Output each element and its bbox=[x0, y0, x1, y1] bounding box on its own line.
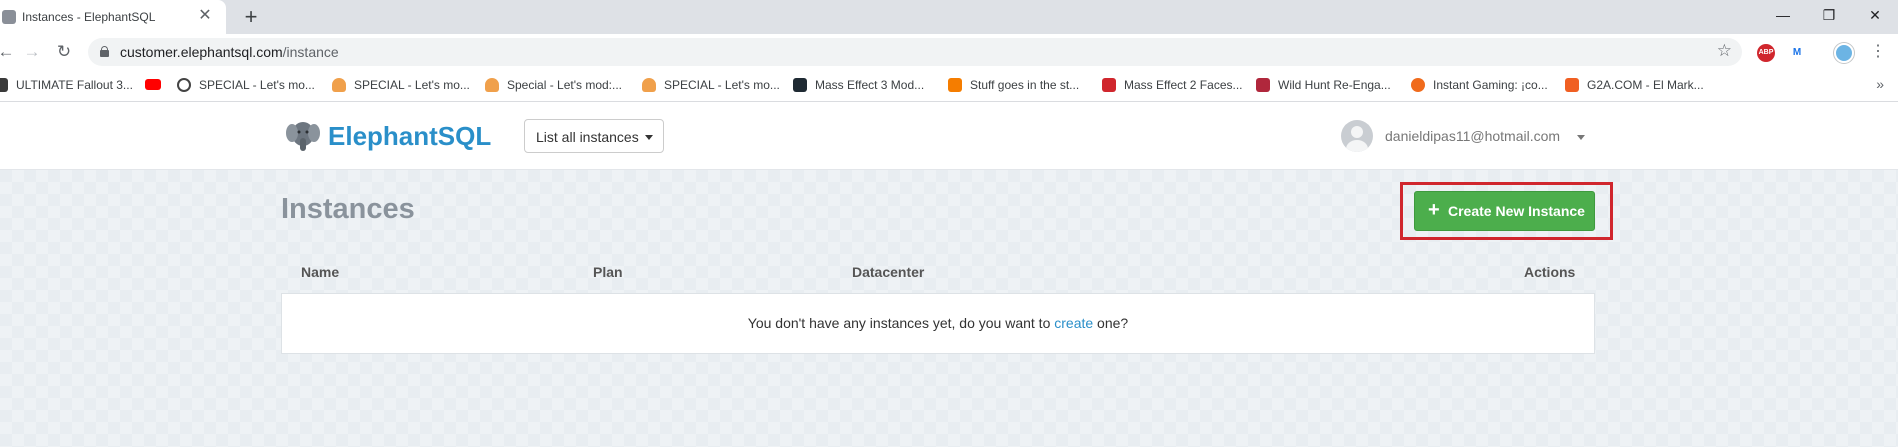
mass-effect-icon bbox=[793, 78, 807, 92]
column-header-plan: Plan bbox=[593, 264, 623, 280]
page-title: Instances bbox=[281, 193, 415, 225]
minimize-window-button[interactable]: — bbox=[1760, 0, 1806, 30]
elephantsql-favicon-icon bbox=[2, 10, 16, 24]
profile-avatar-icon[interactable] bbox=[1834, 43, 1854, 63]
app-navbar: ElephantSQL List all instances danieldip… bbox=[0, 102, 1898, 170]
bookmark-item[interactable]: Mass Effect 2 Faces... bbox=[1102, 78, 1243, 94]
back-arrow-icon[interactable]: ← bbox=[0, 40, 18, 64]
create-instance-link[interactable]: create bbox=[1054, 315, 1093, 331]
chrome-menu-icon[interactable]: ⋮ bbox=[1866, 40, 1890, 64]
adblock-plus-icon[interactable]: ABP bbox=[1757, 44, 1775, 62]
instances-empty-state: You don't have any instances yet, do you… bbox=[281, 293, 1595, 354]
bookmark-item[interactable]: Mass Effect 3 Mod... bbox=[793, 78, 924, 94]
bookmark-item[interactable]: Special - Let's mod:... bbox=[485, 78, 622, 94]
url-text[interactable]: customer.elephantsql.com/instance bbox=[120, 44, 339, 60]
tab-close-icon[interactable]: ✕ bbox=[195, 6, 215, 26]
forward-arrow-icon[interactable]: → bbox=[20, 40, 44, 64]
column-header-name: Name bbox=[301, 264, 340, 280]
create-new-instance-button[interactable]: + Create New Instance bbox=[1414, 191, 1595, 231]
restore-window-button[interactable]: ❐ bbox=[1806, 0, 1852, 30]
blogger-icon bbox=[948, 78, 962, 92]
address-bar[interactable]: customer.elephantsql.com/instance ☆ bbox=[88, 38, 1742, 66]
bookmarks-overflow-icon[interactable]: » bbox=[1876, 76, 1884, 92]
empty-state-message: You don't have any instances yet, do you… bbox=[747, 315, 1129, 331]
create-new-instance-label: Create New Instance bbox=[1448, 203, 1585, 219]
bookmark-item[interactable]: Instant Gaming: ¡co... bbox=[1411, 78, 1548, 94]
caret-down-icon bbox=[645, 135, 653, 140]
instances-dropdown-label: List all instances bbox=[536, 129, 639, 145]
shield-icon bbox=[332, 78, 346, 92]
elephant-logo-icon bbox=[286, 122, 320, 151]
instances-dropdown[interactable]: List all instances bbox=[524, 119, 664, 153]
url-path: /instance bbox=[282, 44, 339, 60]
bookmark-item[interactable]: SPECIAL - Let's mo... bbox=[177, 78, 315, 94]
new-tab-button[interactable]: + bbox=[238, 4, 264, 30]
column-header-actions: Actions bbox=[1524, 264, 1576, 280]
g2a-icon bbox=[1565, 78, 1579, 92]
browser-tab-active[interactable]: Instances - ElephantSQL ✕ bbox=[0, 0, 226, 34]
bookmark-star-icon[interactable]: ☆ bbox=[1717, 41, 1732, 61]
shield-icon bbox=[485, 78, 499, 92]
plus-icon: + bbox=[1428, 199, 1440, 221]
bookmark-item[interactable]: SPECIAL - Let's mo... bbox=[332, 78, 470, 94]
extension-m-icon[interactable]: M bbox=[1788, 44, 1806, 62]
bookmark-item[interactable]: ULTIMATE Fallout 3... bbox=[0, 78, 133, 94]
user-email: danieldipas11@hotmail.com bbox=[1385, 128, 1561, 144]
close-window-button[interactable]: ✕ bbox=[1852, 0, 1898, 30]
user-avatar-icon bbox=[1341, 120, 1373, 152]
url-host: customer.elephantsql.com bbox=[120, 44, 283, 60]
bookmark-item[interactable]: Wild Hunt Re-Enga... bbox=[1256, 78, 1391, 94]
caret-down-icon bbox=[1577, 135, 1585, 140]
fallout-icon bbox=[0, 78, 8, 92]
bookmarks-bar: ULTIMATE Fallout 3... SPECIAL - Let's mo… bbox=[0, 70, 1898, 102]
reload-icon[interactable]: ↻ bbox=[52, 40, 76, 64]
bookmark-item[interactable] bbox=[145, 78, 169, 94]
bookmark-item[interactable]: Stuff goes in the st... bbox=[948, 78, 1079, 94]
tab-title: Instances - ElephantSQL bbox=[22, 10, 156, 24]
column-header-datacenter: Datacenter bbox=[852, 264, 925, 280]
brand-name: ElephantSQL bbox=[328, 121, 492, 151]
shield-icon bbox=[642, 78, 656, 92]
witcher-icon bbox=[1256, 78, 1270, 92]
disc-icon bbox=[177, 78, 191, 92]
bookmark-item[interactable]: SPECIAL - Let's mo... bbox=[642, 78, 780, 94]
instant-gaming-icon bbox=[1411, 78, 1425, 92]
youtube-icon bbox=[145, 79, 161, 90]
main-content: Instances + Create New Instance Name Pla… bbox=[0, 170, 1898, 447]
browser-toolbar: ← → ↻ customer.elephantsql.com/instance … bbox=[0, 34, 1898, 70]
browser-tab-strip: Instances - ElephantSQL ✕ + — ❐ ✕ bbox=[0, 0, 1898, 34]
nexus-icon bbox=[1102, 78, 1116, 92]
lock-icon bbox=[100, 46, 109, 57]
bookmark-item[interactable]: G2A.COM - El Mark... bbox=[1565, 78, 1704, 94]
